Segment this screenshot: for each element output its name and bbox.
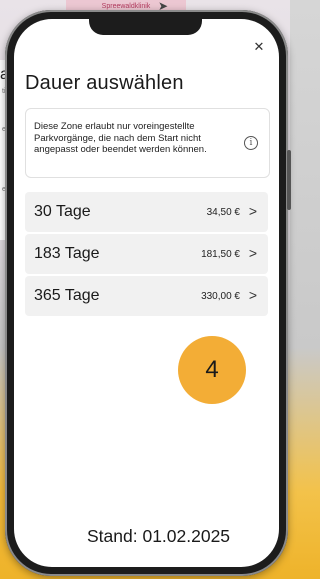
info-text: Diese Zone erlaubt nur voreingestellte P… [34, 121, 207, 155]
info-icon[interactable]: i [244, 136, 258, 150]
phone-frame: ✕ Dauer auswählen Diese Zone erlaubt nur… [5, 10, 291, 576]
duration-label: 183 Tage [34, 245, 100, 262]
duration-price: 181,50 € [201, 249, 240, 260]
chevron-right-icon: > [248, 203, 257, 219]
step-number-badge: 4 [178, 336, 246, 404]
chevron-right-icon: > [248, 245, 257, 261]
sheet-title: Dauer auswählen [25, 72, 184, 94]
duration-price: 34,50 € [206, 207, 240, 218]
chevron-right-icon: > [248, 287, 257, 303]
duration-label: 30 Tage [34, 203, 91, 220]
phone-screen: ✕ Dauer auswählen Diese Zone erlaubt nur… [14, 19, 279, 567]
duration-price: 330,00 € [201, 291, 240, 302]
info-box: Diese Zone erlaubt nur voreingestellte P… [25, 108, 270, 178]
close-icon[interactable]: ✕ [253, 40, 265, 53]
duration-option-365[interactable]: 365 Tage 330,00 € > [25, 276, 268, 316]
duration-label: 365 Tage [34, 287, 100, 304]
stand-date: Stand: 01.02.2025 [87, 526, 231, 546]
duration-option-30[interactable]: 30 Tage 34,50 € > [25, 192, 268, 232]
duration-option-183[interactable]: 183 Tage 181,50 € > [25, 234, 268, 274]
phone-notch [89, 19, 202, 35]
phone-side-button [287, 150, 291, 210]
duration-options: 30 Tage 34,50 € > 183 Tage 181,50 € > 36… [25, 192, 268, 318]
